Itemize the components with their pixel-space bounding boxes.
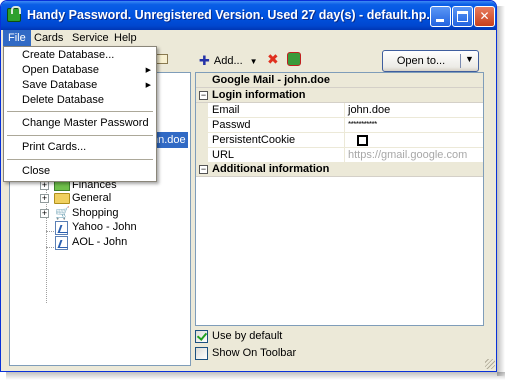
main-window: Handy Password. Unregistered Version. Us…	[0, 0, 497, 372]
column-divider	[344, 133, 345, 148]
submenu-arrow-icon: ▶	[145, 67, 151, 74]
column-divider	[344, 118, 345, 133]
use-by-default-label: Use by default	[212, 330, 283, 342]
tree-item-aol[interactable]: AOL - John	[10, 234, 190, 250]
lock-icon	[7, 6, 21, 22]
section-label: Additional information	[212, 163, 330, 175]
resize-grip[interactable]	[485, 359, 495, 369]
maximize-icon	[457, 11, 468, 22]
tree-item-label: Yahoo - John	[72, 221, 137, 233]
open-to-button[interactable]: Open to... ▼	[382, 50, 479, 72]
use-by-default-option[interactable]: Use by default	[195, 329, 282, 343]
password-value[interactable]: ***********	[348, 120, 377, 129]
expand-icon[interactable]: +	[40, 181, 49, 190]
section-login-information[interactable]: − Login information	[196, 88, 483, 103]
card-details-grid[interactable]: Google Mail - john.doe − Login informati…	[195, 72, 484, 326]
menu-item-label: Save Database	[22, 79, 98, 91]
folder-icon	[54, 193, 70, 204]
title-bar[interactable]: Handy Password. Unregistered Version. Us…	[1, 1, 496, 30]
show-on-toolbar-option[interactable]: Show On Toolbar	[195, 346, 296, 360]
field-row-passwd[interactable]: Passwd ***********	[196, 118, 483, 133]
menu-cards[interactable]: Cards	[29, 30, 68, 47]
field-name: Email	[212, 104, 240, 116]
field-row-url[interactable]: URL https://gmail.google.com	[196, 148, 483, 163]
menu-separator	[7, 111, 153, 112]
envelope-icon[interactable]	[156, 54, 168, 64]
card-settings-icon[interactable]	[287, 52, 301, 66]
url-value[interactable]: https://gmail.google.com	[348, 149, 467, 161]
persistent-cookie-checkbox[interactable]	[357, 135, 368, 146]
tree-item-general[interactable]: + General	[10, 190, 190, 206]
field-name: URL	[212, 149, 235, 161]
menu-item-label: Change Master Password	[22, 117, 149, 129]
chevron-down-icon[interactable]: ▼	[250, 57, 258, 66]
menu-item-delete-database[interactable]: Delete Database	[5, 93, 155, 108]
menu-item-label: Close	[22, 165, 51, 177]
field-row-email[interactable]: Email john.doe	[196, 103, 483, 118]
menu-bar: File Cards Service Help	[1, 30, 496, 47]
row-gutter	[196, 118, 208, 133]
card-title: Google Mail - john.doe	[196, 73, 483, 88]
add-button[interactable]: ✚ Add... ▼	[199, 53, 258, 69]
show-on-toolbar-checkbox[interactable]	[195, 346, 208, 360]
section-additional-information[interactable]: − Additional information	[196, 162, 483, 177]
card-title-text: Google Mail - john.doe	[212, 74, 330, 86]
plus-icon: ✚	[199, 53, 210, 68]
column-divider	[344, 103, 345, 118]
chevron-down-icon[interactable]: ▼	[465, 54, 474, 64]
menu-service[interactable]: Service	[67, 30, 114, 47]
menu-item-label: Delete Database	[22, 94, 104, 106]
minimize-button[interactable]	[430, 6, 451, 27]
expand-icon[interactable]: +	[40, 194, 49, 203]
button-divider	[460, 54, 461, 68]
open-to-label: Open to...	[396, 55, 446, 67]
menu-item-open-database[interactable]: Open Database ▶	[5, 63, 155, 78]
close-window-button[interactable]: ✕	[474, 6, 495, 27]
expand-icon[interactable]: +	[40, 209, 49, 218]
tree-item-yahoo[interactable]: Yahoo - John	[10, 219, 190, 235]
column-divider	[344, 148, 345, 163]
menu-separator	[7, 159, 153, 160]
tree-item-label: AOL - John	[72, 236, 128, 248]
card-icon	[55, 221, 68, 235]
show-on-toolbar-label: Show On Toolbar	[212, 347, 297, 359]
submenu-arrow-icon: ▶	[145, 82, 151, 89]
menu-item-label: Print Cards...	[22, 141, 87, 153]
menu-item-save-database[interactable]: Save Database ▶	[5, 78, 155, 93]
field-name: Passwd	[212, 119, 251, 131]
menu-item-create-database[interactable]: Create Database...	[5, 48, 155, 63]
menu-separator	[7, 135, 153, 136]
close-icon: ✕	[479, 9, 490, 23]
menu-item-print-cards[interactable]: Print Cards...	[5, 140, 155, 155]
delete-icon[interactable]: ✖	[267, 51, 279, 68]
card-icon	[55, 236, 68, 250]
maximize-button[interactable]	[452, 6, 473, 27]
collapse-icon[interactable]: −	[199, 165, 208, 174]
row-gutter	[196, 103, 208, 118]
menu-help[interactable]: Help	[109, 30, 142, 47]
menu-item-change-master-password[interactable]: Change Master Password	[5, 116, 155, 131]
section-label: Login information	[212, 89, 306, 101]
menu-item-label: Create Database...	[22, 49, 115, 61]
use-by-default-checkbox[interactable]	[195, 329, 208, 343]
row-gutter	[196, 148, 208, 163]
collapse-icon[interactable]: −	[199, 91, 208, 100]
field-row-persistentcookie[interactable]: PersistentCookie	[196, 133, 483, 148]
file-menu-dropdown: Create Database... Open Database ▶ Save …	[3, 46, 157, 182]
email-value[interactable]: john.doe	[348, 104, 390, 116]
tree-item-label: General	[72, 192, 112, 204]
minimize-icon	[436, 19, 444, 22]
window-title: Handy Password. Unregistered Version. Us…	[27, 8, 437, 22]
row-gutter	[196, 133, 208, 148]
menu-item-label: Open Database	[22, 64, 100, 76]
add-button-label: Add...	[213, 55, 243, 67]
menu-item-close[interactable]: Close	[5, 164, 155, 179]
menu-file[interactable]: File	[3, 30, 31, 47]
field-name: PersistentCookie	[212, 134, 296, 146]
